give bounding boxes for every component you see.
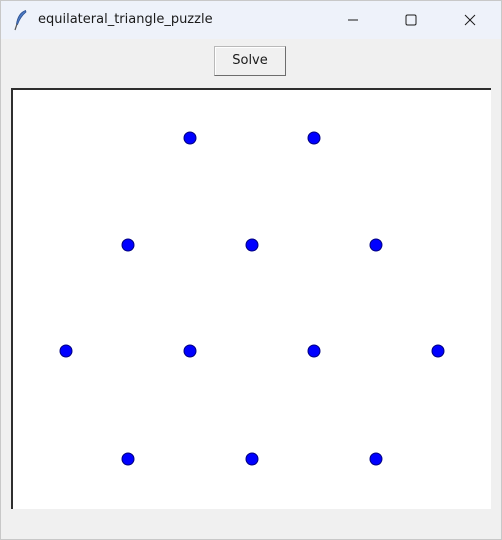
lattice-point[interactable]	[121, 238, 135, 252]
points-layer	[59, 131, 445, 466]
puzzle-canvas[interactable]	[11, 88, 491, 509]
close-button[interactable]	[447, 1, 493, 39]
title-bar[interactable]: equilateral_triangle_puzzle	[1, 1, 501, 39]
lattice-point[interactable]	[245, 452, 259, 466]
lattice-point[interactable]	[245, 238, 259, 252]
maximize-icon	[405, 14, 417, 26]
minimize-button[interactable]	[330, 1, 376, 39]
lattice-point[interactable]	[183, 131, 197, 145]
close-icon	[464, 14, 476, 26]
lattice-point[interactable]	[369, 452, 383, 466]
feather-icon	[14, 9, 27, 31]
app-window: equilateral_triangle_puzzle Solve	[0, 0, 502, 540]
lattice-point[interactable]	[183, 344, 197, 358]
window-title: equilateral_triangle_puzzle	[38, 12, 213, 27]
lattice-point[interactable]	[59, 344, 73, 358]
maximize-button[interactable]	[388, 1, 434, 39]
lattice-point[interactable]	[369, 238, 383, 252]
minimize-icon	[348, 19, 358, 21]
solve-button[interactable]: Solve	[214, 46, 286, 76]
lattice-point[interactable]	[121, 452, 135, 466]
lattice-point[interactable]	[431, 344, 445, 358]
lattice-point[interactable]	[307, 344, 321, 358]
lattice-point[interactable]	[307, 131, 321, 145]
